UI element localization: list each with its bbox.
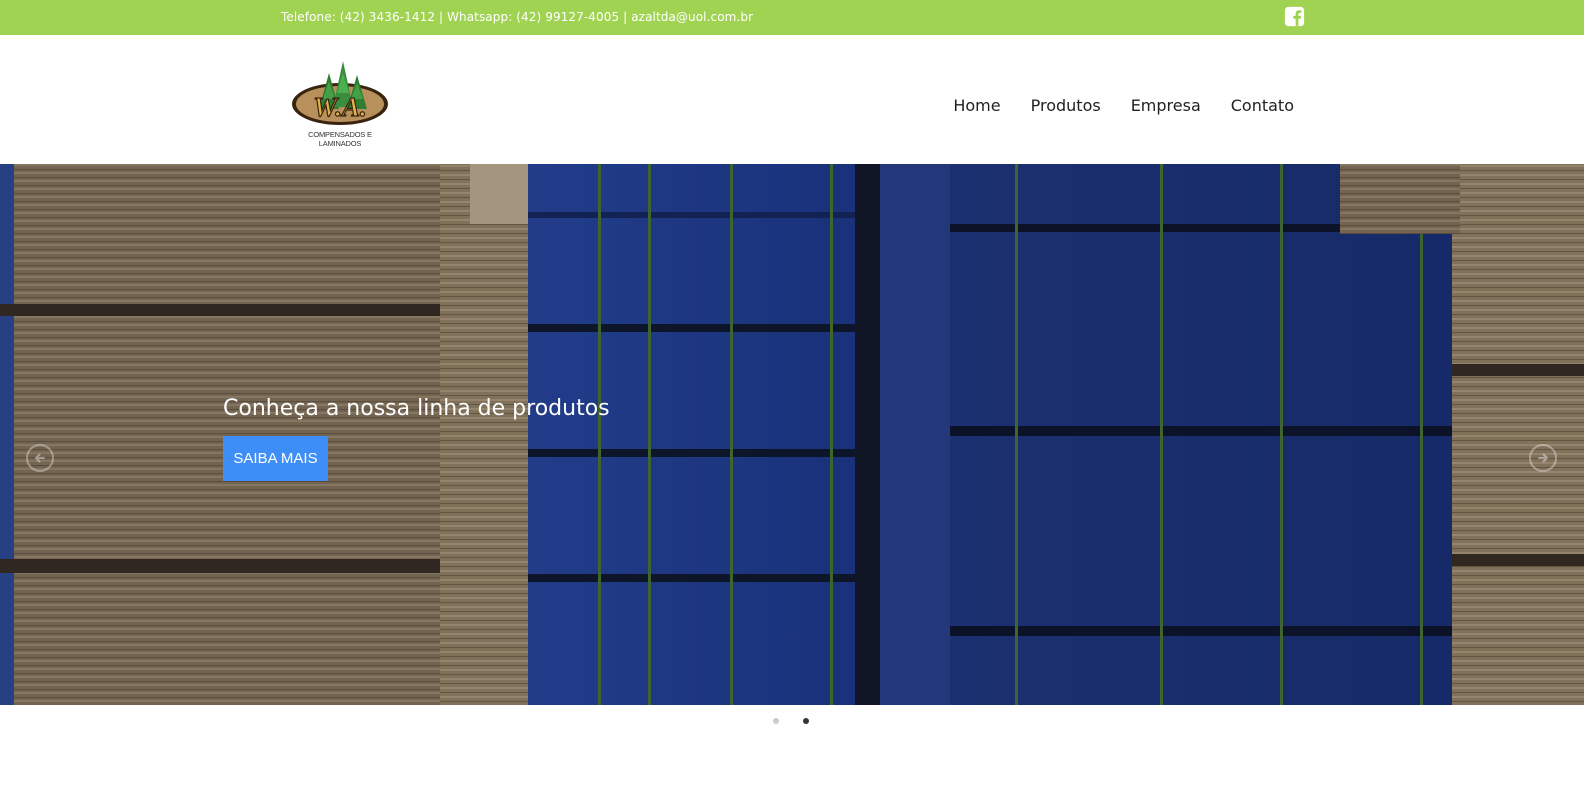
arrow-left-icon [35, 453, 45, 463]
nav-item-empresa[interactable]: Empresa [1131, 96, 1201, 115]
facebook-icon[interactable] [1284, 6, 1305, 27]
nav-item-home[interactable]: Home [953, 96, 1000, 115]
nav-item-produtos[interactable]: Produtos [1031, 96, 1101, 115]
arrow-right-icon [1538, 453, 1548, 463]
company-logo[interactable]: W.A. COMPENSADOS E LAMINADOS [287, 59, 393, 148]
site-header: W.A. COMPENSADOS E LAMINADOS Home Produt… [0, 35, 1584, 164]
slider-next-button[interactable] [1529, 444, 1557, 472]
logo-letters: W.A. [313, 92, 367, 122]
hero-overlay [0, 164, 1584, 705]
slider-prev-button[interactable] [26, 444, 54, 472]
slider-pagination [0, 715, 1584, 727]
main-nav: Home Produtos Empresa Contato [953, 96, 1294, 115]
nav-item-contato[interactable]: Contato [1231, 96, 1294, 115]
slider-dot-1[interactable] [773, 718, 779, 724]
top-contact-bar: Telefone: (42) 3436-1412 | Whatsapp: (42… [0, 0, 1584, 35]
hero-slider: Conheça a nossa linha de produtos SAIBA … [0, 164, 1584, 705]
slider-dot-2-active[interactable] [803, 718, 809, 724]
logo-graphic: W.A. [292, 61, 388, 125]
saiba-mais-button[interactable]: SAIBA MAIS [223, 436, 328, 481]
logo-subtitle: COMPENSADOS E LAMINADOS [308, 130, 372, 148]
hero-heading: Conheça a nossa linha de produtos [223, 396, 610, 421]
contact-info-text: Telefone: (42) 3436-1412 | Whatsapp: (42… [281, 10, 754, 24]
